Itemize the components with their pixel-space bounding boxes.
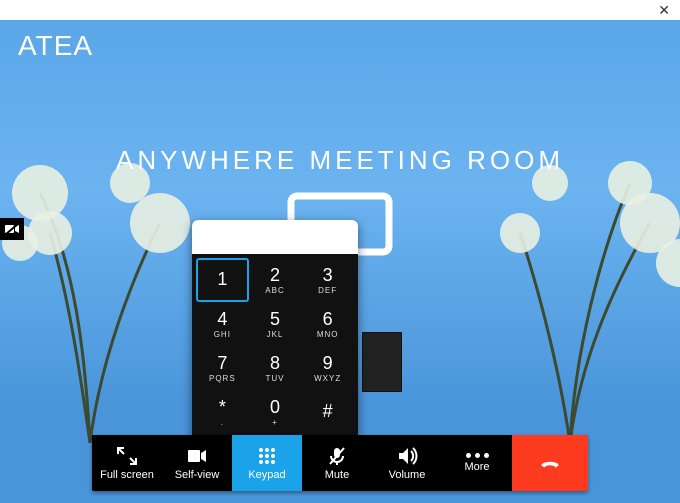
close-icon[interactable]: ✕ bbox=[654, 2, 674, 19]
call-toolbar: Full screen Self-view Keypad bbox=[92, 435, 588, 491]
keypad-key-#[interactable]: # bbox=[301, 390, 354, 434]
keypad-key-digit: 1 bbox=[217, 270, 227, 288]
remote-video: ATEA ANYWHERE MEETING ROOM 1 2 ABC 3 DEF 4 GHI… bbox=[0, 20, 680, 503]
keypad-key-digit: 3 bbox=[323, 266, 333, 284]
keypad-key-8[interactable]: 8 TUV bbox=[249, 346, 302, 390]
hangup-button[interactable] bbox=[512, 435, 588, 491]
keypad-label: Keypad bbox=[248, 470, 285, 481]
keypad-key-digit: * bbox=[219, 398, 226, 416]
keypad-key-0[interactable]: 0+ bbox=[249, 390, 302, 434]
keypad-icon bbox=[256, 446, 278, 466]
selfview-button[interactable]: Self-view bbox=[162, 435, 232, 491]
selfview-icon bbox=[186, 446, 208, 466]
brand-logo: ATEA bbox=[18, 30, 93, 62]
keypad-key-letters: WXYZ bbox=[314, 374, 341, 383]
more-label: More bbox=[464, 462, 489, 473]
keypad-key-letters: PQRS bbox=[209, 374, 236, 383]
self-view-pip[interactable] bbox=[362, 332, 402, 392]
selfview-label: Self-view bbox=[175, 470, 220, 481]
mute-button[interactable]: Mute bbox=[302, 435, 372, 491]
room-title: ANYWHERE MEETING ROOM bbox=[0, 145, 680, 176]
keypad-key-3[interactable]: 3 DEF bbox=[301, 258, 354, 302]
keypad-key-4[interactable]: 4 GHI bbox=[196, 302, 249, 346]
keypad-key-letters: JKL bbox=[267, 330, 284, 339]
keypad-button[interactable]: Keypad bbox=[232, 435, 302, 491]
keypad-key-digit: 6 bbox=[323, 310, 333, 328]
keypad-key-letters: DEF bbox=[318, 286, 337, 295]
fullscreen-icon bbox=[116, 446, 138, 466]
keypad-display[interactable] bbox=[192, 220, 358, 254]
keypad-key-digit: 0 bbox=[270, 398, 280, 416]
keypad-key-letters: ABC bbox=[265, 286, 284, 295]
keypad-key-letters: . bbox=[221, 418, 224, 427]
mute-icon bbox=[326, 446, 348, 466]
keypad-key-6[interactable]: 6 MNO bbox=[301, 302, 354, 346]
fullscreen-button[interactable]: Full screen bbox=[92, 435, 162, 491]
volume-label: Volume bbox=[389, 470, 426, 481]
camera-off-icon[interactable] bbox=[0, 218, 24, 240]
keypad-key-digit: 5 bbox=[270, 310, 280, 328]
keypad-key-letters: + bbox=[272, 418, 278, 427]
keypad-key-letters: GHI bbox=[214, 330, 231, 339]
keypad-key-5[interactable]: 5 JKL bbox=[249, 302, 302, 346]
dtmf-keypad: 12ABC3DEF4GHI5JKL6MNO7PQRS8TUV9WXYZ*.0+# bbox=[192, 220, 358, 442]
more-icon bbox=[466, 453, 489, 458]
keypad-key-digit: 2 bbox=[270, 266, 280, 284]
keypad-key-letters: TUV bbox=[265, 374, 284, 383]
keypad-key-7[interactable]: 7 PQRS bbox=[196, 346, 249, 390]
keypad-key-digit: 8 bbox=[270, 354, 280, 372]
hangup-icon bbox=[539, 453, 561, 473]
more-button[interactable]: More bbox=[442, 435, 512, 491]
keypad-key-1[interactable]: 1 bbox=[196, 258, 249, 302]
keypad-key-*[interactable]: *. bbox=[196, 390, 249, 434]
volume-icon bbox=[396, 446, 418, 466]
volume-button[interactable]: Volume bbox=[372, 435, 442, 491]
keypad-key-9[interactable]: 9 WXYZ bbox=[301, 346, 354, 390]
keypad-key-2[interactable]: 2 ABC bbox=[249, 258, 302, 302]
keypad-key-letters: MNO bbox=[317, 330, 339, 339]
keypad-key-digit: 9 bbox=[323, 354, 333, 372]
fullscreen-label: Full screen bbox=[100, 470, 154, 481]
keypad-key-digit: 4 bbox=[217, 310, 227, 328]
keypad-key-digit: # bbox=[323, 402, 333, 420]
keypad-key-digit: 7 bbox=[217, 354, 227, 372]
window-titlebar: ✕ bbox=[0, 0, 680, 20]
mute-label: Mute bbox=[325, 470, 349, 481]
